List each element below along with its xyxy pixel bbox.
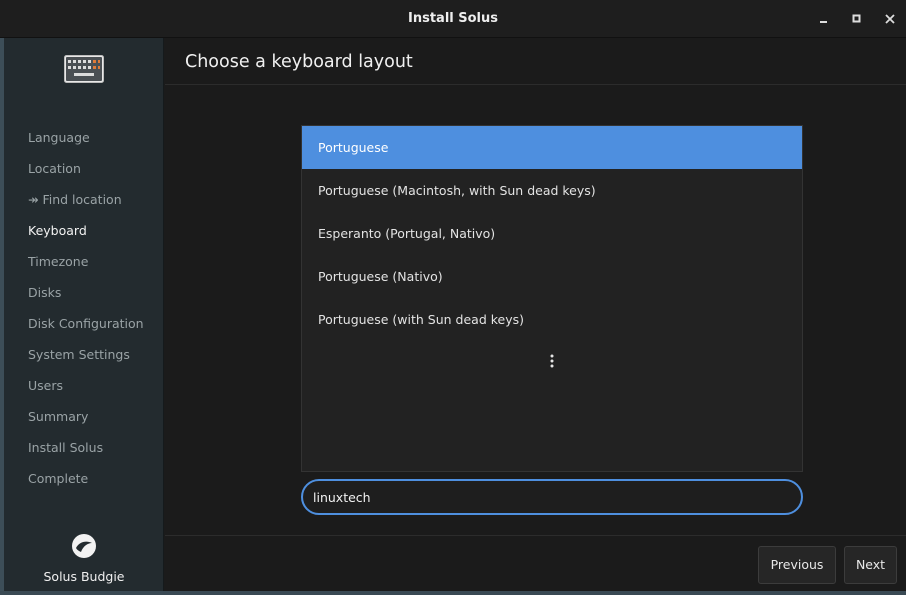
step-timezone: Timezone [28,254,89,269]
footer-divider [165,535,906,536]
step-complete: Complete [28,471,89,486]
brand-name: Solus Budgie [43,569,125,584]
sidebar: Language Location ↠ Find location Keyboa… [4,38,164,591]
header-divider [165,84,906,85]
keyboard-layout-list[interactable]: Portuguese Portuguese (Macintosh, with S… [301,125,803,472]
layout-search-input[interactable] [301,479,803,515]
step-disks: Disks [28,285,62,300]
step-location: Location [28,161,81,176]
previous-button[interactable]: Previous [758,546,836,584]
close-icon [885,14,895,24]
minimize-button[interactable] [814,9,834,29]
step-find-location: ↠ Find location [28,192,122,207]
window-frame-bottom [0,591,906,595]
step-summary: Summary [28,409,89,424]
layout-item-portuguese[interactable]: Portuguese [302,126,802,169]
solus-logo-icon [72,534,96,558]
layout-item-portuguese-nativo[interactable]: Portuguese (Nativo) [302,255,802,298]
window-title: Install Solus [408,11,498,26]
layout-item-portuguese-macintosh[interactable]: Portuguese (Macintosh, with Sun dead key… [302,169,802,212]
main-content: Choose a keyboard layout Portuguese Port… [165,38,906,591]
next-button[interactable]: Next [844,546,897,584]
title-bar[interactable]: Install Solus [0,0,906,38]
step-list: Language Location ↠ Find location Keyboa… [28,130,144,502]
minimize-icon [820,21,827,23]
step-keyboard: Keyboard [28,223,87,238]
keyboard-icon [64,55,104,83]
maximize-button[interactable] [847,9,867,29]
step-disk-configuration: Disk Configuration [28,316,144,331]
step-install-solus: Install Solus [28,440,104,455]
more-vertical-icon[interactable] [549,354,555,368]
page-title: Choose a keyboard layout [185,52,413,72]
maximize-icon [852,14,861,23]
close-button[interactable] [880,9,900,29]
step-system-settings: System Settings [28,347,130,362]
step-language: Language [28,130,90,145]
layout-item-portuguese-sun-dead-keys[interactable]: Portuguese (with Sun dead keys) [302,298,802,341]
step-users: Users [28,378,64,393]
layout-item-esperanto-portugal[interactable]: Esperanto (Portugal, Nativo) [302,212,802,255]
